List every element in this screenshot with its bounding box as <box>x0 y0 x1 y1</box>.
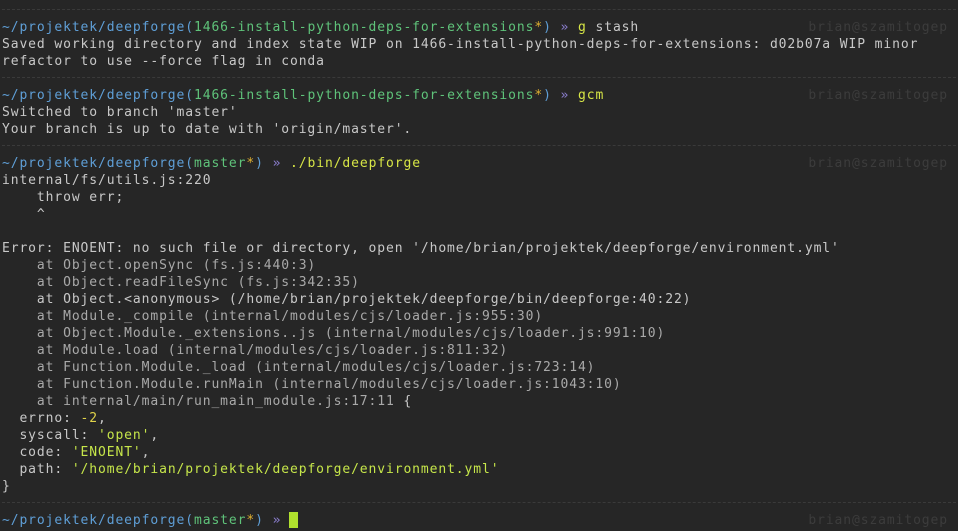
prompt-line: ~/projektek/deepforge(master*) » ./bin/d… <box>2 155 956 172</box>
command-name: gcm <box>578 88 605 103</box>
prompt-userhost: brian@szamitogep <box>808 513 948 528</box>
separator <box>2 138 956 155</box>
active-prompt-line[interactable]: ~/projektek/deepforge(master*) » brian@sz… <box>2 512 956 529</box>
prompt-line: ~/projektek/deepforge(1466-install-pytho… <box>2 19 956 36</box>
terminal-window[interactable]: ~/projektek/deepforge(1466-install-pytho… <box>2 2 956 529</box>
stack-trace-line: at Function.Module._load (internal/modul… <box>2 360 596 375</box>
prompt-arrow-icon: » <box>560 88 570 103</box>
stack-trace-last-line: at internal/main/run_main_module.js:17:1… <box>2 393 956 410</box>
stack-trace-line: at Module.load (internal/modules/cjs/loa… <box>2 343 509 358</box>
stack-trace-line: at Object.readFileSync (fs.js:342:35) <box>2 275 360 290</box>
prompt-branch: master <box>194 513 247 528</box>
prop-value: 'open' <box>98 428 151 443</box>
error-prop-syscall: syscall: 'open', <box>2 427 956 444</box>
prompt-userhost: brian@szamitogep <box>808 88 948 103</box>
prompt-path: ~/projektek/deepforge <box>2 20 186 35</box>
object-close-brace: } <box>2 479 11 494</box>
prompt-paren-open: ( <box>185 20 194 35</box>
prop-key: path: <box>2 462 72 477</box>
prompt-arrow-icon: » <box>272 513 282 528</box>
stack-trace-line: at Object.openSync (fs.js:440:3) <box>2 258 317 273</box>
output-line: throw err; <box>2 190 125 205</box>
prop-suffix: , <box>141 445 151 460</box>
prompt-userhost: brian@szamitogep <box>808 156 948 171</box>
error-prop-code: code: 'ENOENT', <box>2 444 956 461</box>
prop-key: errno: <box>2 411 81 426</box>
separator <box>2 70 956 87</box>
output-line: refactor to use --force flag in conda <box>2 54 325 69</box>
command-args: stash <box>595 20 640 35</box>
output-line: Saved working directory and index state … <box>2 37 919 52</box>
prompt-line: ~/projektek/deepforge(1466-install-pytho… <box>2 87 956 104</box>
prompt-paren-open: ( <box>185 88 194 103</box>
separator <box>2 2 956 19</box>
command-name: ./bin/deepforge <box>290 156 421 171</box>
prop-value: 'ENOENT' <box>71 445 142 460</box>
stack-trace-line: at Module._compile (internal/modules/cjs… <box>2 309 544 324</box>
stack-trace-line: at internal/main/run_main_module.js:17:1… <box>2 394 395 409</box>
prompt-branch: 1466-install-python-deps-for-extensions <box>194 88 535 103</box>
error-prop-errno: errno: -2, <box>2 410 956 427</box>
prop-suffix: , <box>98 411 107 426</box>
output-line: Switched to branch 'master' <box>2 105 238 120</box>
prompt-path: ~/projektek/deepforge <box>2 513 186 528</box>
prompt-paren-close: ) <box>543 88 552 103</box>
stack-trace-line: at Object.<anonymous> (/home/brian/proje… <box>2 292 692 307</box>
error-message: Error: ENOENT: no such file or directory… <box>2 241 840 256</box>
prompt-dirty-marker: * <box>534 20 544 35</box>
prompt-dirty-marker: * <box>246 156 256 171</box>
prop-value: '/home/brian/projektek/deepforge/environ… <box>71 462 500 477</box>
prompt-dirty-marker: * <box>534 88 544 103</box>
prompt-paren-close: ) <box>255 513 264 528</box>
prompt-paren-open: ( <box>185 156 194 171</box>
text-cursor[interactable] <box>289 512 299 528</box>
prompt-paren-close: ) <box>255 156 264 171</box>
output-line: internal/fs/utils.js:220 <box>2 173 212 188</box>
separator <box>2 495 956 512</box>
prop-key: code: <box>2 445 72 460</box>
prompt-arrow-icon: » <box>272 156 282 171</box>
output-line: ^ <box>2 207 46 222</box>
stack-trace-line: at Object.Module._extensions..js (intern… <box>2 326 666 341</box>
prop-value: -2 <box>80 411 99 426</box>
prompt-userhost: brian@szamitogep <box>808 20 948 35</box>
object-open-brace: { <box>394 394 413 409</box>
error-prop-path: path: '/home/brian/projektek/deepforge/e… <box>2 461 956 478</box>
prompt-paren-open: ( <box>185 513 194 528</box>
prop-suffix: , <box>150 428 160 443</box>
stack-trace-line: at Function.Module.runMain (internal/mod… <box>2 377 622 392</box>
prompt-branch: 1466-install-python-deps-for-extensions <box>194 20 535 35</box>
prompt-arrow-icon: » <box>560 20 570 35</box>
prompt-dirty-marker: * <box>246 513 256 528</box>
output-line: Your branch is up to date with 'origin/m… <box>2 122 413 137</box>
prompt-branch: master <box>194 156 247 171</box>
prompt-paren-close: ) <box>543 20 552 35</box>
prop-key: syscall: <box>2 428 98 443</box>
prompt-path: ~/projektek/deepforge <box>2 88 186 103</box>
command-name: g <box>578 20 587 35</box>
prompt-path: ~/projektek/deepforge <box>2 156 186 171</box>
